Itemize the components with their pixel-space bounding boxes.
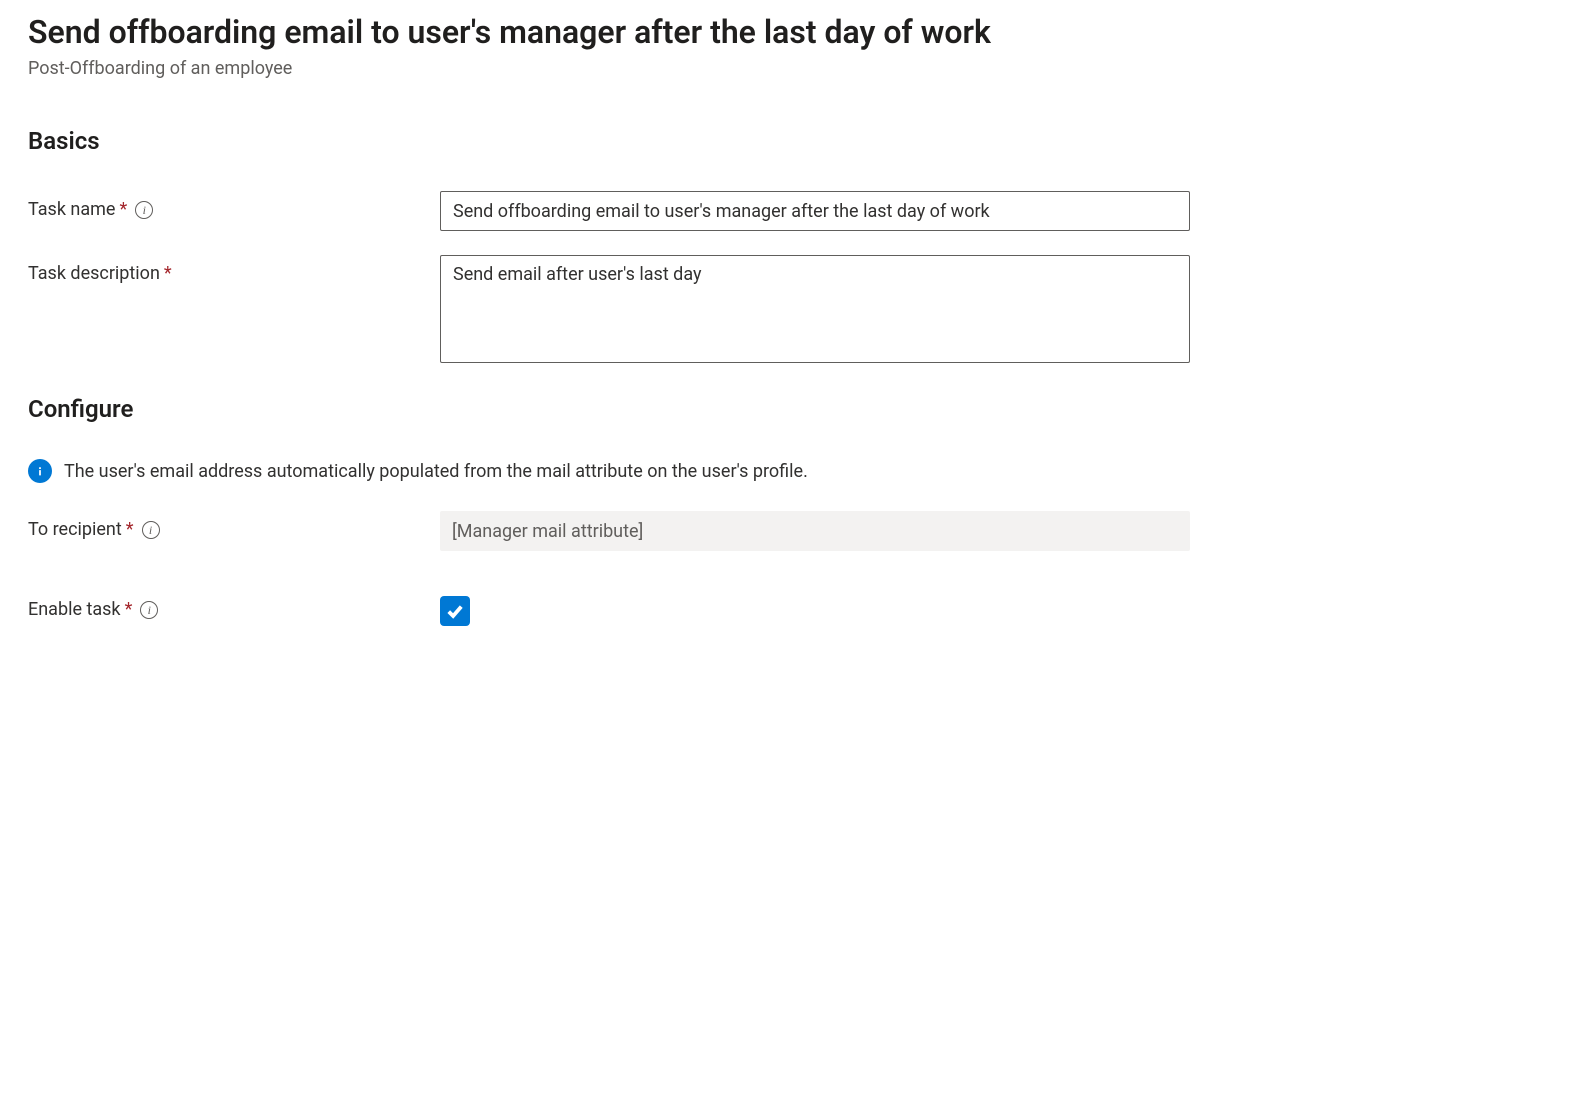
required-indicator: * — [164, 263, 172, 284]
task-name-label: Task name * i — [28, 191, 440, 220]
info-banner: The user's email address automatically p… — [28, 459, 1563, 483]
task-name-row: Task name * i — [28, 191, 1563, 231]
info-icon[interactable]: i — [142, 521, 160, 539]
page-subtitle: Post-Offboarding of an employee — [28, 58, 1563, 79]
enable-task-label: Enable task * i — [28, 591, 440, 620]
enable-task-row: Enable task * i — [28, 591, 1563, 631]
required-indicator: * — [126, 519, 134, 540]
task-name-label-text: Task name — [28, 199, 115, 220]
required-indicator: * — [119, 199, 127, 220]
info-icon[interactable]: i — [140, 601, 158, 619]
section-heading-configure: Configure — [28, 395, 1563, 423]
task-description-row: Task description * — [28, 255, 1563, 367]
enable-task-label-text: Enable task — [28, 599, 121, 620]
task-description-label: Task description * — [28, 255, 440, 284]
info-banner-text: The user's email address automatically p… — [64, 461, 808, 482]
info-icon[interactable]: i — [135, 201, 153, 219]
task-name-input[interactable] — [440, 191, 1190, 231]
info-banner-icon — [28, 459, 52, 483]
to-recipient-field: [Manager mail attribute] — [440, 511, 1190, 551]
to-recipient-row: To recipient * i [Manager mail attribute… — [28, 511, 1563, 551]
task-description-label-text: Task description — [28, 263, 160, 284]
to-recipient-label-text: To recipient — [28, 519, 122, 540]
section-heading-basics: Basics — [28, 127, 1563, 155]
to-recipient-label: To recipient * i — [28, 511, 440, 540]
page-title: Send offboarding email to user's manager… — [28, 12, 1563, 52]
required-indicator: * — [125, 599, 133, 620]
enable-task-checkbox[interactable] — [440, 596, 470, 626]
task-description-input[interactable] — [440, 255, 1190, 363]
